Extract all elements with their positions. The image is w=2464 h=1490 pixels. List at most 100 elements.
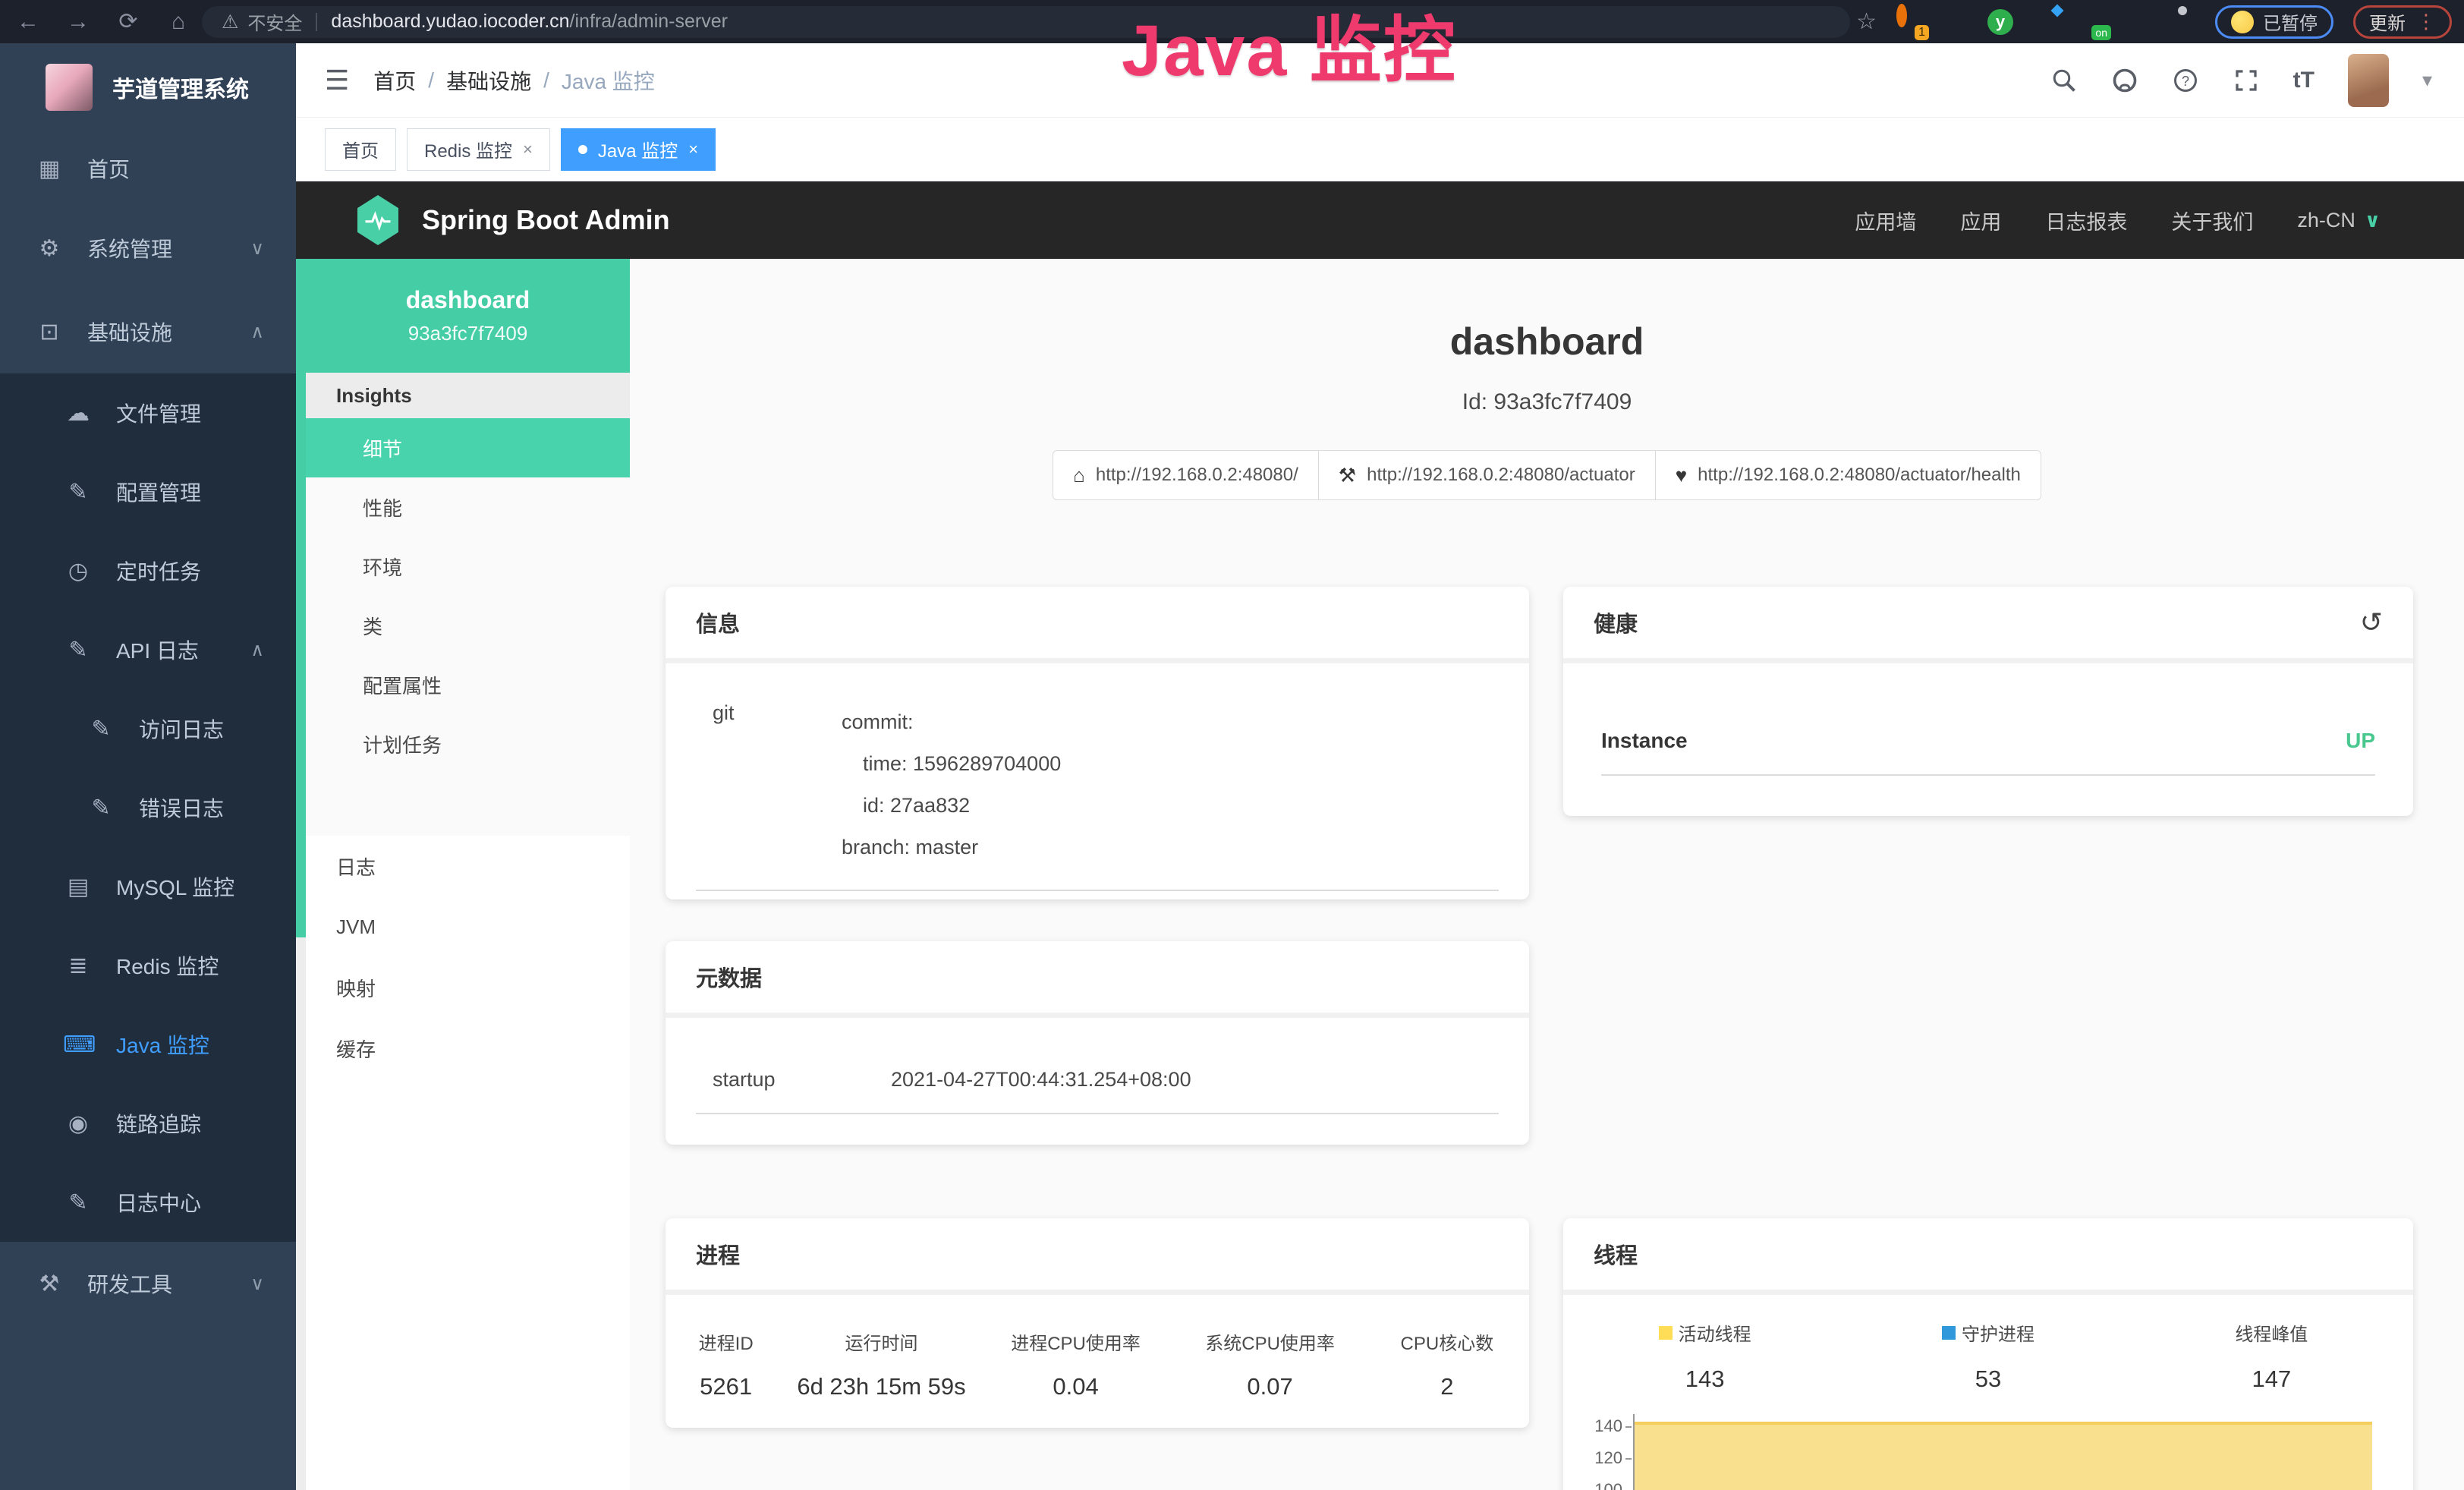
timer-icon: ◷	[63, 558, 93, 584]
active-dot-icon	[578, 145, 587, 154]
extension-blue-pin-icon[interactable]	[1942, 9, 1968, 35]
sidebar-group-insights[interactable]: Insights	[306, 373, 630, 418]
dashboard-icon: ▦	[34, 156, 65, 182]
sidebar-item-label: 研发工具	[87, 1268, 172, 1299]
sidebar-item-tracing[interactable]: ◉ 链路追踪	[0, 1084, 296, 1163]
sba-nav-journal[interactable]: 日志报表	[2045, 206, 2127, 235]
sidebar-item-label: 定时任务	[116, 556, 201, 586]
sba-brand[interactable]: Spring Boot Admin	[355, 195, 670, 245]
sidebar-item-label: API 日志	[116, 635, 199, 665]
spring-boot-admin-logo-icon	[355, 195, 401, 245]
close-icon[interactable]: ×	[688, 140, 698, 159]
home-icon[interactable]: ⌂	[162, 0, 194, 43]
sidebar-item-system[interactable]: ⚙ 系统管理 ∨	[0, 206, 296, 290]
breadcrumb-infra[interactable]: 基础设施	[446, 65, 531, 96]
sidebar-item-label: 错误日志	[139, 792, 224, 823]
extension-grid-icon[interactable]	[2033, 9, 2059, 35]
threads-card: 线程 活动线程 143 守护进程 53 线程峰值 147 140	[1563, 1218, 2413, 1490]
sba-item-classes[interactable]: 类	[306, 596, 630, 655]
sba-nav-applications[interactable]: 应用	[1960, 206, 2001, 235]
yellow-square-icon	[1659, 1326, 1673, 1340]
tab-home[interactable]: 首页	[325, 128, 396, 171]
monitor-icon: ⊡	[34, 319, 65, 345]
sidebar-item-dev-tools[interactable]: ⚒ 研发工具 ∨	[0, 1242, 296, 1325]
process-col-system-cpu: 系统CPU使用率 0.07	[1175, 1328, 1364, 1400]
sidebar-item-mysql-monitor[interactable]: ▤ MySQL 监控	[0, 847, 296, 926]
extension-puzzle-icon[interactable]	[2170, 9, 2195, 35]
legend-value: 53	[1846, 1366, 2129, 1393]
sidebar-item-home[interactable]: ▦ 首页	[0, 131, 296, 206]
sidebar-item-config-manage[interactable]: ✎ 配置管理	[0, 452, 296, 531]
info-row-label: git	[696, 701, 842, 868]
tab-label: Redis 监控	[424, 136, 512, 162]
browser-menu-icon[interactable]: ⋮	[2416, 10, 2436, 33]
fullscreen-icon[interactable]	[2233, 67, 2260, 94]
sba-item-caches[interactable]: 缓存	[306, 1018, 630, 1079]
locale-selector[interactable]: zh-CN ∨	[2297, 209, 2381, 232]
sba-item-details[interactable]: 细节	[306, 418, 630, 477]
bookmark-star-icon[interactable]: ☆	[1856, 8, 1877, 35]
breadcrumb: 首页 / 基础设施 / Java 监控	[373, 65, 655, 96]
sba-item-config-props[interactable]: 配置属性	[306, 655, 630, 714]
user-avatar[interactable]	[2348, 54, 2389, 107]
back-icon[interactable]: ←	[12, 0, 44, 43]
sidebar-item-error-log[interactable]: ✎ 错误日志	[0, 768, 296, 847]
hamburger-icon[interactable]: ☰	[325, 65, 349, 96]
close-icon[interactable]: ×	[523, 140, 533, 159]
extension-orange-icon[interactable]: 1	[1896, 9, 1922, 35]
sidebar-item-file-manage[interactable]: ☁ 文件管理	[0, 373, 296, 452]
font-size-icon[interactable]: tT	[2293, 68, 2315, 93]
locale-caret-icon: ∨	[2365, 209, 2381, 232]
info-card: 信息 git commit: time: 1596289704000 id: 2…	[666, 587, 1529, 899]
history-icon[interactable]: ↺	[2360, 606, 2383, 638]
sba-nav-about[interactable]: 关于我们	[2171, 206, 2253, 235]
browser-update-button[interactable]: 更新 ⋮	[2353, 5, 2452, 39]
service-url-button[interactable]: ⌂ http://192.168.0.2:48080/	[1053, 450, 1319, 500]
legend-peak-threads: 线程峰值 147	[2130, 1319, 2413, 1393]
emoji-face-icon	[2231, 11, 2254, 33]
extension-leaf-icon[interactable]	[2124, 9, 2150, 35]
security-warning-icon[interactable]: ⚠	[222, 11, 238, 33]
sba-item-scheduled-tasks[interactable]: 计划任务	[306, 714, 630, 773]
sidebar-item-scheduled-tasks[interactable]: ◷ 定时任务	[0, 531, 296, 610]
forward-icon[interactable]: →	[62, 0, 94, 43]
github-icon[interactable]	[2111, 67, 2138, 94]
breadcrumb-home[interactable]: 首页	[373, 65, 416, 96]
search-icon[interactable]	[2050, 67, 2078, 94]
actuator-url: http://192.168.0.2:48080/actuator	[1367, 465, 1635, 486]
paused-extension-button[interactable]: 已暂停	[2215, 5, 2333, 39]
extension-green-icon[interactable]: y	[1987, 9, 2013, 35]
scrollbar-thumb[interactable]	[296, 259, 306, 937]
sidebar-item-infra[interactable]: ⊡ 基础设施 ∧	[0, 290, 296, 373]
health-url-button[interactable]: ♥ http://192.168.0.2:48080/actuator/heal…	[1655, 450, 2041, 500]
sba-item-mappings[interactable]: 映射	[306, 957, 630, 1018]
sba-item-jvm[interactable]: JVM	[306, 896, 630, 957]
sidebar-item-redis-monitor[interactable]: ≣ Redis 监控	[0, 926, 296, 1005]
sidebar-item-java-monitor[interactable]: ⌨ Java 监控	[0, 1005, 296, 1084]
threads-legend: 活动线程 143 守护进程 53 线程峰值 147	[1563, 1319, 2413, 1393]
divider	[1601, 774, 2375, 776]
avatar-caret-icon[interactable]: ▾	[2422, 68, 2432, 92]
instance-header[interactable]: dashboard 93a3fc7f7409	[306, 259, 630, 373]
app-logo-row[interactable]: 芋道管理系统	[0, 43, 296, 131]
actuator-url-button[interactable]: ⚒ http://192.168.0.2:48080/actuator	[1318, 450, 1656, 500]
reload-icon[interactable]: ⟳	[112, 0, 144, 43]
sidebar-item-log-center[interactable]: ✎ 日志中心	[0, 1163, 296, 1242]
sba-item-environment[interactable]: 环境	[306, 537, 630, 596]
sidebar-scrollbar[interactable]	[296, 259, 306, 1490]
sba-item-logs[interactable]: 日志	[306, 836, 630, 896]
sidebar-item-access-log[interactable]: ✎ 访问日志	[0, 689, 296, 768]
help-icon[interactable]: ?	[2172, 67, 2199, 94]
cloud-upload-icon: ☁	[63, 400, 93, 427]
sidebar-item-label: 系统管理	[87, 233, 172, 263]
extension-dark-icon[interactable]: on	[2079, 9, 2104, 35]
cell-value: 5261	[666, 1373, 786, 1400]
tab-java-monitor[interactable]: Java 监控 ×	[561, 128, 716, 171]
security-label[interactable]: 不安全	[247, 8, 302, 35]
health-instance-row[interactable]: Instance UP	[1601, 729, 2375, 753]
address-bar[interactable]: ⚠ 不安全 dashboard.yudao.iocoder.cn/infra/a…	[202, 6, 1850, 38]
sba-nav-wallboard[interactable]: 应用墙	[1855, 206, 1916, 235]
sba-item-metrics[interactable]: 性能	[306, 477, 630, 537]
sidebar-item-api-log[interactable]: ✎ API 日志 ∧	[0, 610, 296, 689]
tab-redis-monitor[interactable]: Redis 监控 ×	[407, 128, 550, 171]
